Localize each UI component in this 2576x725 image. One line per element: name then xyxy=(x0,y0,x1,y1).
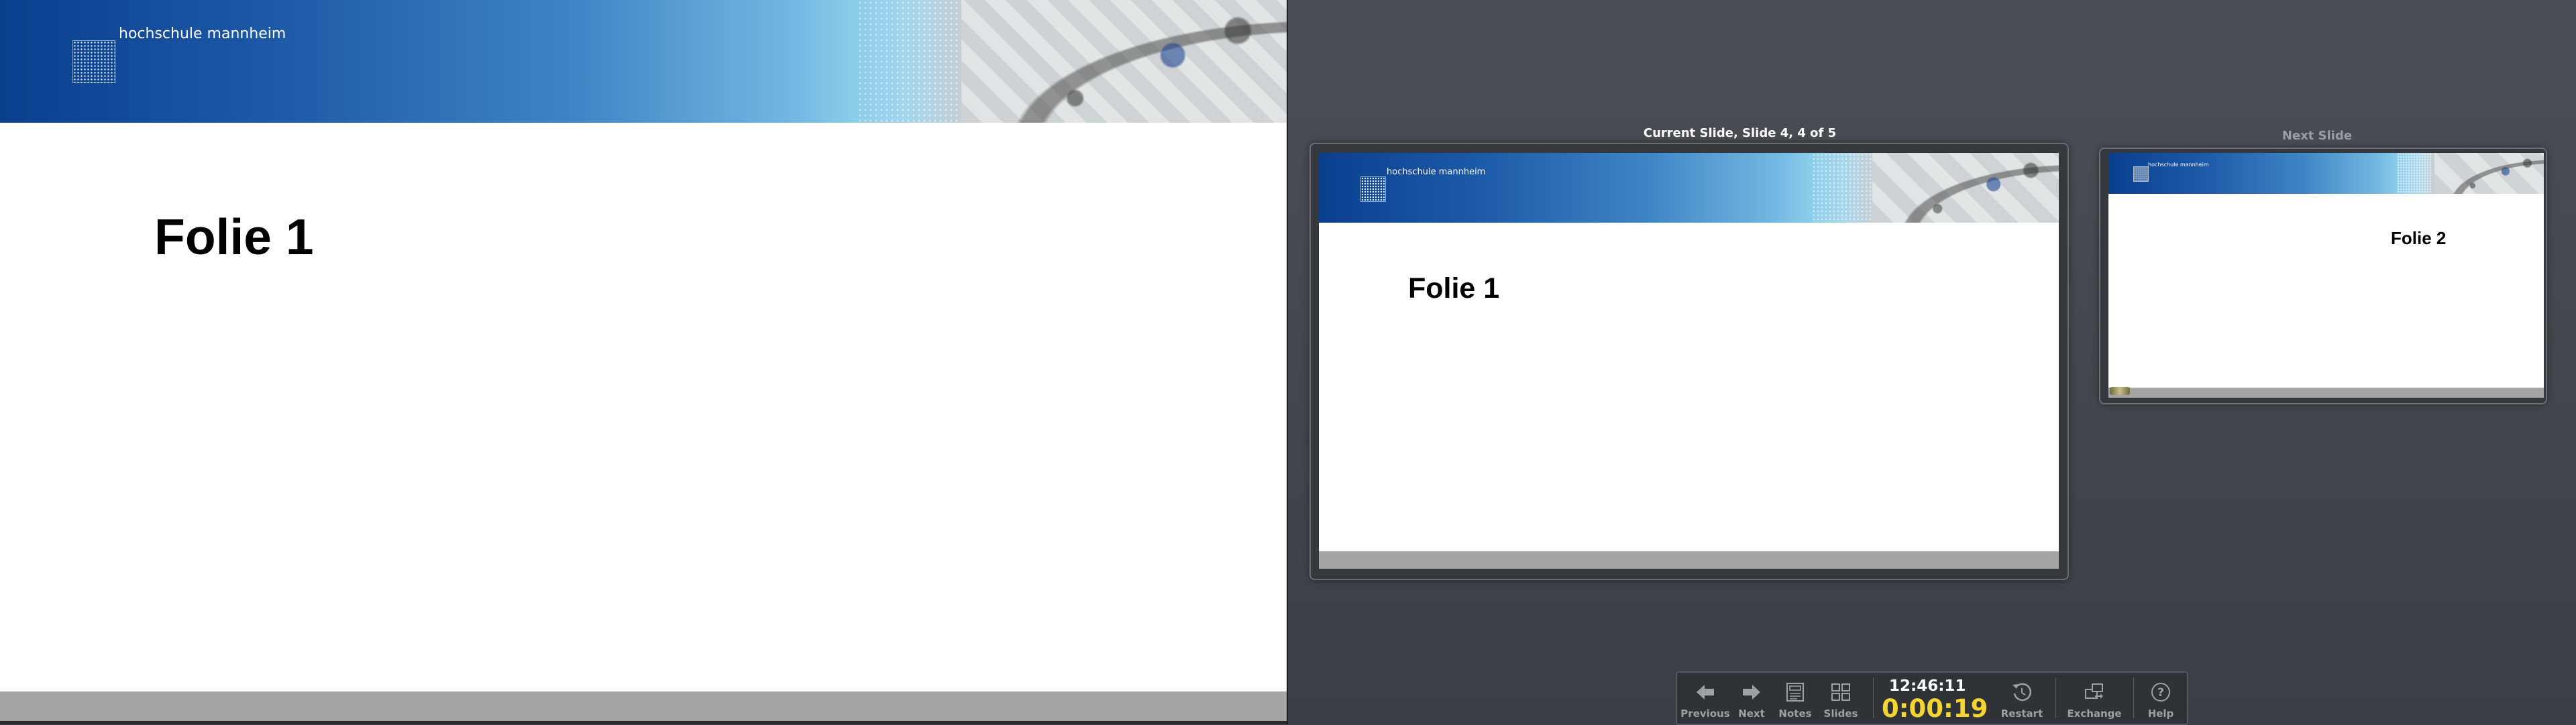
university-logo-text: hochschule mannheim xyxy=(1387,167,1486,177)
restart-label: Restart xyxy=(2000,708,2043,720)
exchange-icon xyxy=(2085,683,2103,699)
banner-dot-pattern xyxy=(857,0,961,123)
university-logo-text: hochschule mannheim xyxy=(119,25,286,42)
banner-photo xyxy=(1872,153,2059,223)
slide-title: Folie 1 xyxy=(1408,272,1500,304)
help-icon: ? xyxy=(2151,683,2170,702)
university-logo-text: hochschule mannheim xyxy=(2148,162,2209,168)
presenter-console: Current Slide, Slide 4, 4 of 5 Next Slid… xyxy=(1288,0,2576,725)
banner-photo xyxy=(2434,153,2544,194)
previous-label: Previous xyxy=(1680,708,1730,720)
slide-header-banner: hochschule mannheim xyxy=(2108,153,2544,194)
slide-bottom-border xyxy=(0,721,1287,724)
toolbar-separator xyxy=(1873,678,1874,718)
presentation-slide: hochschule mannheim Folie 1 xyxy=(0,0,1287,724)
banner-photo xyxy=(961,0,1287,123)
toolbar-separator xyxy=(2055,678,2056,718)
toolbar-separator xyxy=(2133,678,2134,718)
slide-header-banner: hochschule mannheim xyxy=(0,0,1287,123)
university-logo-icon xyxy=(2133,166,2149,182)
slides-grid-icon xyxy=(1831,683,1850,701)
notes-icon xyxy=(1786,683,1804,702)
next-slide-preview[interactable]: hochschule mannheim Folie 2 xyxy=(2108,153,2544,398)
current-slide-preview[interactable]: hochschule mannheim Folie 1 xyxy=(1319,153,2059,569)
slide-decoration-image xyxy=(2110,387,2130,395)
banner-dot-pattern xyxy=(1812,153,1872,223)
banner-dot-pattern xyxy=(2397,153,2432,194)
restart-icon xyxy=(2012,683,2032,702)
restart-button[interactable]: Restart xyxy=(1994,673,2050,724)
slide-title: Folie 2 xyxy=(2391,228,2447,248)
notes-button[interactable]: Notes xyxy=(1772,673,1818,724)
university-logo-icon xyxy=(1360,176,1386,202)
exchange-button[interactable]: Exchange xyxy=(2061,673,2128,724)
slide-footer-bar xyxy=(0,691,1287,721)
svg-text:?: ? xyxy=(2157,686,2164,700)
next-slide-label: Next Slide xyxy=(2282,129,2353,143)
notes-label: Notes xyxy=(1778,708,1812,720)
slide-footer-bar xyxy=(1319,551,2059,569)
help-label: Help xyxy=(2147,708,2174,720)
slides-label: Slides xyxy=(1823,708,1858,720)
slides-button[interactable]: Slides xyxy=(1818,673,1864,724)
current-slide-label: Current Slide, Slide 4, 4 of 5 xyxy=(1643,126,1837,140)
next-label: Next xyxy=(1738,708,1765,720)
presenter-toolbar: Previous Next Notes Slides 12:46:11 0:00… xyxy=(1676,671,2188,725)
elapsed-timer: 0:00:19 xyxy=(1882,694,1988,723)
help-button[interactable]: ? Help xyxy=(2139,673,2183,724)
slide-title: Folie 1 xyxy=(154,209,314,265)
next-button[interactable]: Next xyxy=(1731,673,1772,724)
slide-footer-bar xyxy=(2108,388,2544,398)
university-logo-icon xyxy=(72,40,115,83)
previous-button[interactable]: Previous xyxy=(1680,673,1731,724)
clock-display: 12:46:11 xyxy=(1889,677,1966,695)
arrow-left-icon xyxy=(1697,685,1714,700)
arrow-right-icon xyxy=(1743,685,1760,700)
exchange-label: Exchange xyxy=(2067,708,2122,720)
slide-header-banner: hochschule mannheim xyxy=(1319,153,2059,223)
